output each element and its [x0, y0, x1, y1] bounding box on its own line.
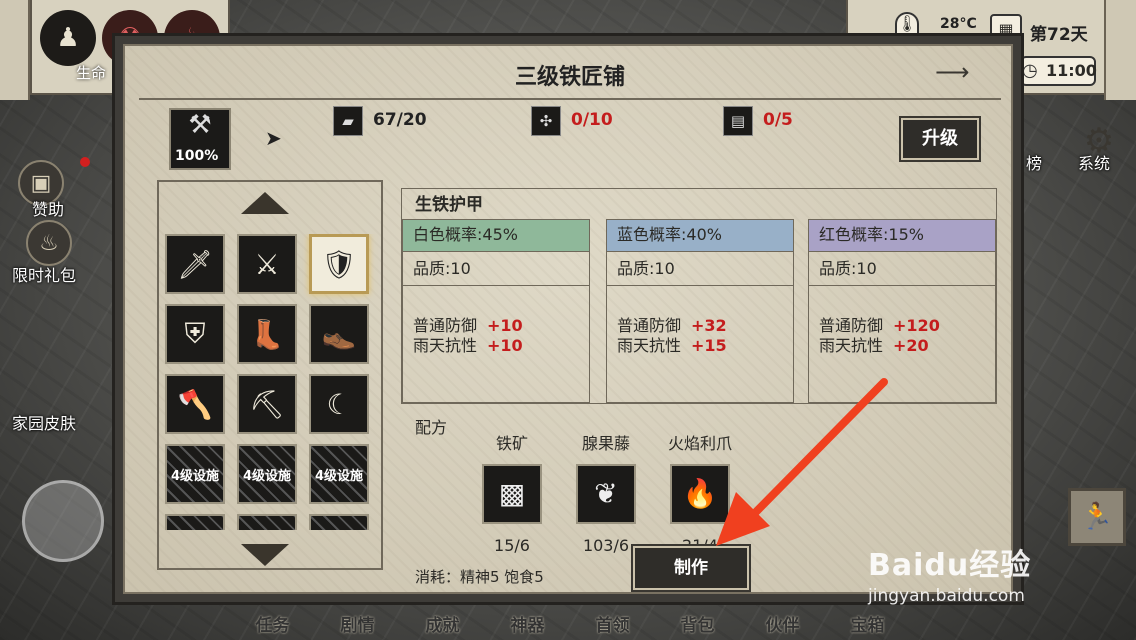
- tier-chance: 红色概率:15%: [809, 220, 995, 252]
- day-counter: 第72天: [1030, 25, 1088, 45]
- item-axe[interactable]: 🪓: [165, 374, 225, 434]
- stat-value: +20: [893, 336, 929, 355]
- material-flame-claw: 火焰利爪 🔥 21/4: [655, 430, 745, 555]
- scroll-decoration-left: [0, 0, 30, 100]
- tier-stats: 普通防御 +120 雨天抗性 +20: [809, 286, 995, 356]
- cost-text: 消耗：精神5 饱食5: [415, 568, 544, 586]
- item-boots[interactable]: 👞: [309, 304, 369, 364]
- stat-label: 雨天抗性: [617, 336, 682, 355]
- arrow-right-icon: ➤: [265, 126, 282, 150]
- notification-dot: [80, 157, 90, 167]
- stat-label: 普通防御: [617, 316, 682, 335]
- tier-stats: 普通防御 +32 雨天抗性 +15: [607, 286, 793, 356]
- nav-bosses[interactable]: 首领: [596, 611, 630, 636]
- material-iron-ore: 铁矿 ▩ 15/6: [467, 430, 557, 555]
- watermark-url: jingyan.baidu.com: [868, 586, 1025, 606]
- stat-value: +10: [487, 316, 523, 335]
- gift-bag-icon[interactable]: ♨: [26, 220, 72, 266]
- tier-quality: 品质:10: [607, 252, 793, 286]
- item-sickle[interactable]: ☾: [309, 374, 369, 434]
- nav-backpack[interactable]: 背包: [681, 611, 715, 636]
- nav-achievements[interactable]: 成就: [426, 611, 460, 636]
- material-name: 铁矿: [495, 434, 528, 453]
- scroll-up-arrow-icon[interactable]: [241, 192, 289, 214]
- material-count: 15/6: [494, 536, 530, 555]
- item-detail-panel: 白色概率:45% 品质:10 普通防御 +10 雨天抗性 +10 蓝色概率:40% …: [401, 188, 997, 404]
- locked-slot: 4级设施: [309, 444, 369, 504]
- life-icon[interactable]: ♟: [40, 10, 96, 66]
- close-spear-icon[interactable]: ⟶: [935, 58, 1001, 86]
- tier-chance: 蓝色概率:40%: [607, 220, 793, 252]
- rank-label[interactable]: 榜: [1026, 150, 1042, 174]
- tier-white: 白色概率:45% 品质:10 普通防御 +10 雨天抗性 +10: [402, 219, 590, 403]
- virtual-joystick[interactable]: [22, 480, 104, 562]
- exit-run-button[interactable]: 🏃: [1068, 488, 1126, 546]
- stone-icon: ▤: [723, 106, 753, 136]
- nav-artifacts[interactable]: 神器: [511, 611, 545, 636]
- item-name: 生铁护甲: [415, 195, 483, 215]
- material-name: 腺果藤: [581, 434, 630, 453]
- stat-value: +10: [487, 336, 523, 355]
- limited-gift-label[interactable]: 限时礼包: [12, 262, 76, 286]
- tier-red: 红色概率:15% 品质:10 普通防御 +120 雨天抗性 +20: [808, 219, 996, 403]
- locked-slot: 4级设施: [165, 444, 225, 504]
- scroll-down-arrow-icon[interactable]: [241, 544, 289, 566]
- iron-ore-icon[interactable]: ▩: [482, 464, 542, 524]
- craft-button[interactable]: 制作: [631, 544, 751, 592]
- item-iron-armor[interactable]: 🛡: [309, 234, 369, 294]
- item-sword[interactable]: 🗡: [165, 234, 225, 294]
- locked-slot: [309, 514, 369, 530]
- vine-icon[interactable]: ❦: [576, 464, 636, 524]
- stat-label: 普通防御: [819, 316, 884, 335]
- material-vine: 腺果藤 ❦ 103/6: [561, 430, 651, 555]
- locked-slot: [237, 514, 297, 530]
- tier-quality: 品质:10: [403, 252, 589, 286]
- system-label[interactable]: 系统: [1078, 150, 1110, 174]
- iron-ingot-icon: ▰: [333, 106, 363, 136]
- resource-herb-count: 0/10: [571, 110, 613, 130]
- item-flame-sword[interactable]: ⚔: [237, 234, 297, 294]
- tier-stats: 普通防御 +10 雨天抗性 +10: [403, 286, 589, 356]
- item-grid: 🗡 ⚔ 🛡 ⛨ 👢 👞 🪓 ⛏ ☾ 4级设施 4级设施 4级设施: [165, 234, 379, 530]
- sponsor-label[interactable]: 赞助: [32, 196, 64, 220]
- stat-label: 普通防御: [413, 316, 478, 335]
- item-pickaxe[interactable]: ⛏: [237, 374, 297, 434]
- clock-icon: ◷: [1022, 60, 1038, 81]
- watermark-brand: Baidu经验: [868, 548, 1032, 583]
- temperature: 28°C: [940, 16, 977, 32]
- upgrade-button[interactable]: 升级: [899, 116, 981, 162]
- stat-label: 雨天抗性: [819, 336, 884, 355]
- item-list: 🗡 ⚔ 🛡 ⛨ 👢 👞 🪓 ⛏ ☾ 4级设施 4级设施 4级设施: [157, 180, 383, 570]
- facility-progress: 100%: [175, 148, 219, 164]
- locked-slot: [165, 514, 225, 530]
- bottom-nav: 任务 剧情 成就 神器 首领 背包 伙伴 宝箱: [230, 606, 910, 640]
- resource-iron-count: 67/20: [373, 110, 427, 130]
- item-swift-boots[interactable]: 👢: [237, 304, 297, 364]
- baidu-watermark: Baidu经验 jingyan.baidu.com: [868, 540, 1031, 606]
- stat-value: +120: [893, 316, 940, 335]
- recipe-label: 配方: [415, 418, 448, 437]
- dialog-paper: 三级铁匠铺 ⟶ ⚒ 100% ➤ ▰ 67/20 ✣ 0/10 ▤ 0/5 升级…: [123, 44, 1013, 594]
- nav-tasks[interactable]: 任务: [256, 611, 290, 636]
- dialog-title: 三级铁匠铺: [139, 56, 1001, 100]
- blacksmith-dialog: 三级铁匠铺 ⟶ ⚒ 100% ➤ ▰ 67/20 ✣ 0/10 ▤ 0/5 升级…: [112, 33, 1024, 605]
- stat-label: 雨天抗性: [413, 336, 478, 355]
- locked-slot: 4级设施: [237, 444, 297, 504]
- material-name: 火焰利爪: [667, 434, 732, 453]
- scroll-decoration-right: [1104, 0, 1136, 100]
- nav-story[interactable]: 剧情: [341, 611, 375, 636]
- resource-stone-count: 0/5: [763, 110, 793, 130]
- stat-value: +15: [691, 336, 727, 355]
- tier-chance: 白色概率:45%: [403, 220, 589, 252]
- tier-quality: 品质:10: [809, 252, 995, 286]
- tier-blue: 蓝色概率:40% 品质:10 普通防御 +32 雨天抗性 +15: [606, 219, 794, 403]
- flame-claw-icon[interactable]: 🔥: [670, 464, 730, 524]
- herb-icon: ✣: [531, 106, 561, 136]
- nav-partners[interactable]: 伙伴: [766, 611, 800, 636]
- item-heavy-armor[interactable]: ⛨: [165, 304, 225, 364]
- home-skin-label[interactable]: 家园皮肤: [12, 410, 76, 434]
- nav-chests[interactable]: 宝箱: [851, 611, 885, 636]
- stat-value: +32: [691, 316, 727, 335]
- life-label: 生命: [76, 64, 107, 82]
